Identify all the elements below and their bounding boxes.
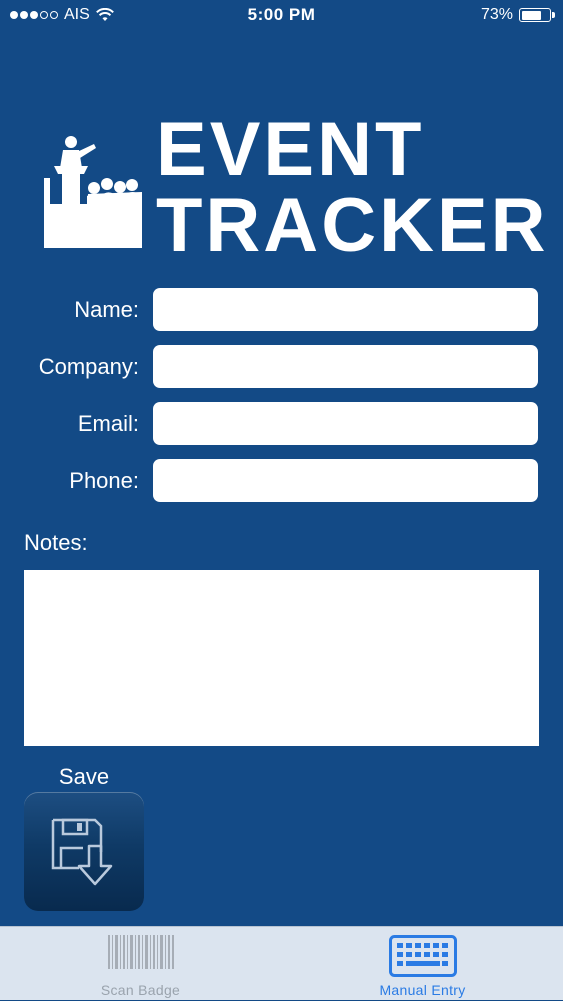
battery-icon: [519, 8, 555, 22]
app-logo: EVENT TRACKER: [44, 107, 546, 264]
save-label: Save: [58, 764, 110, 789]
name-field[interactable]: [153, 288, 538, 331]
status-bar: AIS 5:00 PM 73%: [0, 0, 563, 32]
phone-label: Phone:: [69, 468, 139, 493]
email-field[interactable]: [153, 402, 538, 445]
logo-text-tracker: TRACKER: [156, 183, 549, 268]
name-label: Name:: [74, 297, 139, 322]
phone-field[interactable]: [153, 459, 538, 502]
tab-scan-badge[interactable]: Scan Badge: [0, 927, 281, 1001]
tab-label-scan-badge: Scan Badge: [100, 982, 181, 998]
keyboard-icon: [388, 935, 457, 977]
tab-manual-entry[interactable]: Manual Entry: [282, 927, 563, 1001]
barcode-icon: [107, 935, 174, 969]
email-label: Email:: [77, 411, 139, 436]
save-download-icon: [51, 818, 113, 885]
company-field[interactable]: [153, 345, 538, 388]
speaker-crowd-icon: [44, 136, 142, 248]
tab-bar: Scan Badge Manual Entry: [0, 926, 563, 1000]
notes-field[interactable]: [24, 570, 539, 746]
notes-label: Notes:: [24, 530, 88, 555]
status-time: 5:00 PM: [247, 5, 316, 24]
status-right: 73%: [480, 6, 555, 24]
company-label: Company:: [38, 354, 139, 379]
tab-label-manual-entry: Manual Entry: [379, 982, 466, 998]
battery-percent: 73%: [480, 6, 513, 23]
logo-text-event: EVENT: [156, 107, 425, 192]
save-button[interactable]: [24, 792, 144, 911]
